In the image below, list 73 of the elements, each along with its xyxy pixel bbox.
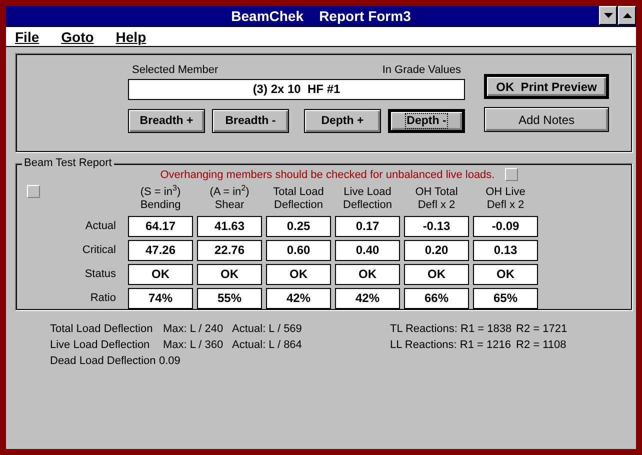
summary-label: Dead Load Deflection [50, 355, 157, 369]
row-label: Actual [84, 219, 117, 234]
value-cell: 22.76 [197, 240, 262, 261]
action-button[interactable]: Add Notes [484, 107, 609, 132]
grade-note: In Grade Values [382, 64, 461, 78]
size-button[interactable]: Breadth + [128, 109, 205, 133]
column-header: Defl x 2 [486, 199, 524, 212]
value-cell: 66% [404, 288, 469, 309]
summary-label: Live Load Deflection [50, 339, 151, 353]
small-button[interactable] [504, 168, 518, 181]
minimize-button[interactable] [599, 6, 617, 25]
size-button[interactable]: Depth - [388, 109, 465, 133]
size-button[interactable]: Depth + [304, 109, 381, 133]
value-cell: OK [128, 264, 193, 285]
up-arrow-icon [622, 13, 632, 18]
value-cell: OK [335, 264, 400, 285]
menu-item[interactable]: Goto [61, 28, 94, 44]
reactions-text: LL Reactions: R1 = 1216 [390, 339, 512, 353]
column-header: (A = in$^{2}$) [210, 186, 250, 199]
column-header: OH Total [415, 186, 458, 199]
small-button[interactable] [27, 185, 40, 198]
column-header: Bending [140, 199, 181, 212]
column-header: Shear [214, 199, 244, 212]
value-cell: 0.13 [473, 240, 538, 261]
row-label: Critical [81, 243, 117, 258]
value-cell: 42% [335, 288, 400, 309]
column-header: (S = in$^{3}$) [140, 186, 181, 199]
summary-value: 0.09 [159, 355, 180, 369]
value-cell: 0.60 [266, 240, 331, 261]
value-cell: 64.17 [128, 216, 193, 237]
menu-item[interactable]: Help [116, 28, 146, 44]
member-field[interactable]: (3) 2x 10 HF #1 [128, 79, 465, 100]
reactions-text: R2 = 1108 [516, 339, 566, 353]
value-cell: 55% [197, 288, 262, 309]
summary-actual: Actual: L / 569 [232, 323, 303, 337]
value-cell: OK [266, 264, 331, 285]
column-header: Defl x 2 [418, 199, 456, 212]
column-header: Total Load [273, 186, 324, 199]
size-button[interactable]: Breadth - [212, 109, 289, 133]
value-cell: OK [197, 264, 262, 285]
value-cell: -0.13 [404, 216, 469, 237]
value-cell: 0.17 [335, 216, 400, 237]
summary-max: Max: L / 360 [163, 339, 224, 353]
value-cell: 65% [473, 288, 538, 309]
column-header: Live Load [344, 186, 392, 199]
reactions-text: R2 = 1721 [516, 323, 568, 337]
value-cell: OK [404, 264, 469, 285]
warning-text: Overhanging members should be checked for unbalanced live loads. [160, 168, 495, 180]
field-label: Selected Member [132, 64, 218, 78]
value-cell: 74% [128, 288, 193, 309]
action-button[interactable]: OK Print Preview [484, 74, 609, 99]
value-cell: 0.40 [335, 240, 400, 261]
reactions-text: TL Reactions: R1 = 1838 [390, 323, 513, 337]
menu-item[interactable]: File [15, 28, 40, 44]
row-label: Status [84, 267, 117, 282]
down-arrow-icon [604, 13, 612, 18]
summary-label: Total Load Deflection [50, 323, 154, 337]
value-cell: OK [473, 264, 538, 285]
summary-actual: Actual: L / 864 [232, 339, 303, 353]
group-title: Beam Test Report [22, 157, 114, 169]
value-cell: 47.26 [128, 240, 193, 261]
summary-max: Max: L / 240 [163, 323, 224, 337]
column-header: Deflection [274, 199, 323, 212]
value-cell: 42% [266, 288, 331, 309]
value-cell: 0.20 [404, 240, 469, 261]
value-cell: -0.09 [473, 216, 538, 237]
column-header: OH Live [486, 186, 526, 199]
row-label: Ratio [89, 291, 117, 306]
maximize-button[interactable] [618, 6, 636, 25]
window-title: BeamChek Report Form3 [231, 8, 411, 24]
column-header: Deflection [343, 199, 392, 212]
value-cell: 0.25 [266, 216, 331, 237]
value-cell: 41.63 [197, 216, 262, 237]
